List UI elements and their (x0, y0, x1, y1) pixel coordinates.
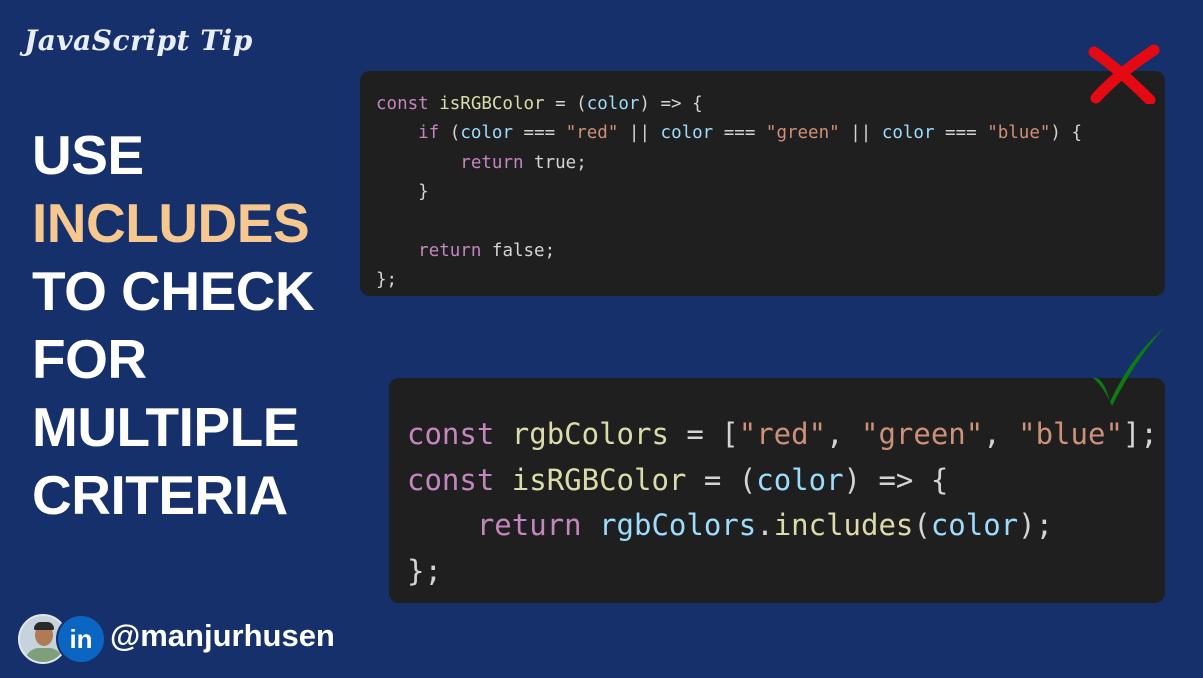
code-line: }; (376, 270, 398, 291)
bad-code-panel: const isRGBColor = (color) => { if (colo… (360, 71, 1165, 296)
headline-highlight: INCLUDES (32, 192, 310, 254)
code-line: const isRGBColor = (color) => { (407, 462, 949, 497)
good-code-block: const rgbColors = ["red", "green", "blue… (407, 412, 1158, 594)
headline-line: MULTIPLE (32, 396, 299, 458)
code-line: } (376, 182, 429, 203)
headline-line: FOR (32, 328, 147, 390)
tip-label: JavaScript Tip (24, 24, 253, 57)
code-line: return false; (418, 241, 556, 262)
headline-line: TO CHECK (32, 260, 315, 322)
code-line: const isRGBColor = (color) => { (376, 94, 703, 114)
headline: USE INCLUDES TO CHECK FOR MULTIPLE CRITE… (32, 121, 315, 529)
code-line: if (color === "red" || color === "green"… (418, 123, 1083, 144)
headline-line: USE (32, 124, 144, 186)
checkmark-icon (1093, 328, 1164, 406)
code-line: return rgbColors.includes(color); (476, 508, 1054, 542)
author-handle[interactable]: @manjurhusen (110, 618, 335, 654)
linkedin-icon[interactable]: in (56, 614, 106, 664)
good-code-panel: const rgbColors = ["red", "green", "blue… (389, 378, 1165, 603)
headline-line: CRITERIA (32, 464, 288, 526)
bad-code-block: const isRGBColor = (color) => { if (colo… (376, 90, 1082, 296)
code-line: return true; (460, 152, 587, 173)
code-line: }; (407, 553, 442, 588)
cross-icon (1088, 44, 1160, 104)
code-line: const rgbColors = ["red", "green", "blue… (407, 417, 1158, 451)
